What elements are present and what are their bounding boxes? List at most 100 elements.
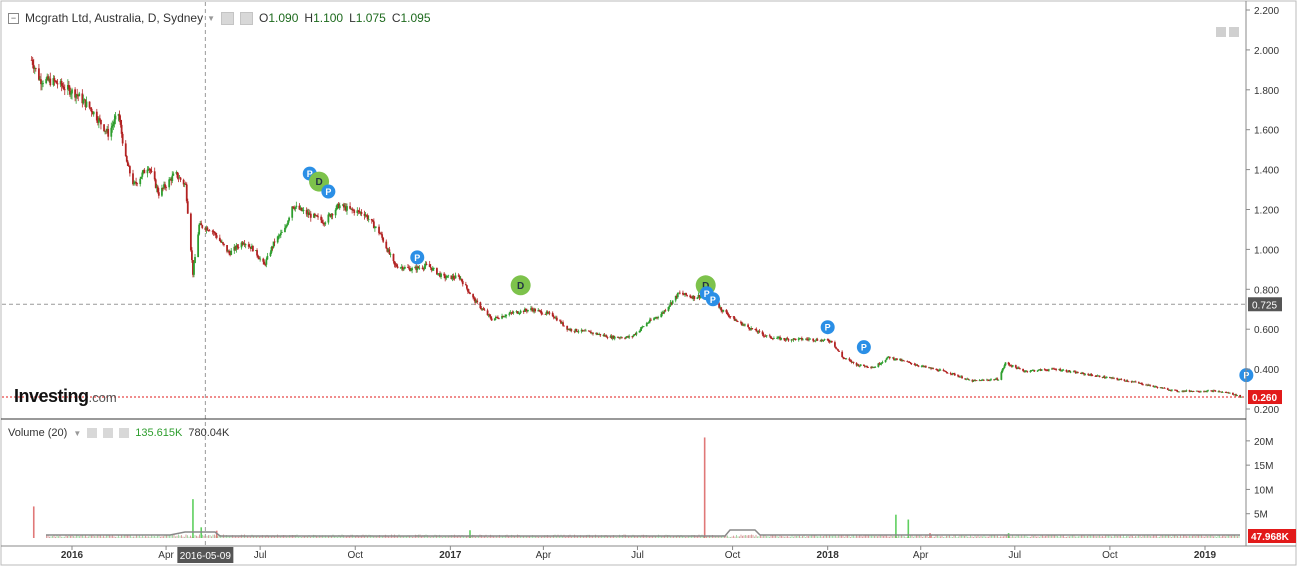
- volume-bar: [958, 536, 959, 538]
- candle-body: [1022, 368, 1024, 371]
- volume-bar: [211, 536, 212, 538]
- volume-bar: [110, 535, 112, 538]
- candle-body: [284, 227, 286, 233]
- candle-body: [647, 322, 650, 324]
- candle-body: [787, 338, 790, 341]
- candle-body: [1113, 377, 1115, 379]
- volume-bar: [464, 536, 466, 538]
- candle-body: [812, 338, 815, 341]
- candle-body: [693, 295, 696, 299]
- volume-bar: [685, 536, 686, 538]
- candle-body: [103, 124, 105, 132]
- volume-bar: [758, 536, 760, 538]
- candle-body: [924, 366, 927, 368]
- candle-body: [942, 369, 945, 371]
- candle-body: [465, 285, 468, 289]
- volume-bar: [778, 536, 779, 538]
- candle-body: [671, 300, 674, 304]
- price-volume-chart[interactable]: PDPPDDPPPPP 2.2002.0001.8001.6001.4001.2…: [0, 0, 1297, 566]
- volume-bar: [1091, 535, 1093, 538]
- volume-bar: [1214, 535, 1216, 538]
- candle-body: [526, 309, 529, 312]
- candle-body: [454, 275, 457, 279]
- candle-body: [1011, 365, 1014, 367]
- candle-body: [953, 373, 956, 376]
- volume-bar: [248, 536, 250, 538]
- candle-body: [1048, 369, 1050, 371]
- volume-bar: [806, 536, 808, 538]
- candle-body: [696, 297, 699, 299]
- candle-body: [685, 292, 687, 296]
- volume-bar: [584, 536, 586, 538]
- time-tick-label: Oct: [347, 550, 363, 561]
- volume-bar: [70, 535, 71, 538]
- candle-body: [504, 316, 507, 317]
- minimize-icon[interactable]: [1229, 27, 1239, 37]
- volume-bar: [796, 535, 797, 538]
- candle-body: [1126, 380, 1129, 382]
- candle-body: [834, 342, 836, 347]
- price-tick-label: 1.400: [1254, 166, 1279, 177]
- candle-body: [316, 215, 318, 217]
- volume-bar: [410, 536, 412, 538]
- collapse-toggle-icon[interactable]: −: [8, 12, 19, 24]
- candle-body: [288, 217, 290, 221]
- close-icon[interactable]: [119, 428, 130, 438]
- volume-bar: [1231, 535, 1232, 538]
- settings-icon[interactable]: [87, 428, 98, 438]
- chevron-down-icon[interactable]: ▼: [73, 429, 81, 438]
- volume-bar: [905, 536, 907, 538]
- volume-bar: [94, 536, 95, 538]
- candle-body: [1098, 375, 1101, 378]
- volume-bar: [205, 536, 206, 538]
- volume-bar: [157, 535, 158, 538]
- volume-bar: [86, 536, 88, 538]
- candle-body: [733, 317, 736, 321]
- time-tick-label: Jul: [1008, 550, 1021, 561]
- volume-bar: [1111, 536, 1112, 538]
- hide-icon[interactable]: [240, 11, 254, 25]
- chart-container[interactable]: PDPPDDPPPPP 2.2002.0001.8001.6001.4001.2…: [0, 0, 1297, 566]
- candle-body: [146, 169, 149, 174]
- candle-body: [676, 292, 679, 298]
- volume-bar: [977, 535, 979, 538]
- candle-body: [92, 111, 95, 115]
- candle-body: [252, 245, 254, 252]
- candle-body: [302, 210, 305, 211]
- investing-logo: Investing.com: [14, 386, 117, 407]
- chevron-down-icon[interactable]: ▼: [207, 14, 215, 23]
- maximize-icon[interactable]: [1216, 27, 1226, 37]
- volume-bar: [1174, 535, 1175, 538]
- volume-bar: [727, 535, 728, 538]
- volume-bar: [1124, 536, 1126, 538]
- dividend-marker-label: D: [517, 281, 524, 292]
- volume-bar: [317, 536, 319, 538]
- time-tick-label: Oct: [725, 550, 741, 561]
- volume-bar: [1148, 535, 1150, 538]
- volume-bar: [1222, 535, 1223, 538]
- time-tick-label: 2018: [817, 550, 840, 561]
- candle-body: [982, 379, 985, 381]
- volume-bar: [185, 534, 187, 538]
- grid-lines: [0, 0, 1297, 566]
- candle-body: [944, 370, 947, 372]
- volume-bar: [764, 535, 766, 538]
- volume-bar: [229, 536, 230, 538]
- volume-bar: [1150, 536, 1151, 538]
- volume-bar: [938, 536, 940, 538]
- candle-body: [512, 312, 515, 314]
- volume-bar: [1087, 535, 1088, 538]
- settings-icon[interactable]: [221, 11, 235, 25]
- volume-bar: [809, 535, 811, 538]
- hide-icon[interactable]: [103, 428, 114, 438]
- volume-bar: [976, 536, 977, 538]
- volume-bar: [845, 535, 847, 538]
- candle-body: [632, 335, 635, 337]
- candle-body: [566, 325, 569, 330]
- candle-body: [139, 178, 142, 185]
- volume-bar: [1022, 536, 1024, 538]
- candle-body: [226, 245, 228, 252]
- volume-bar: [182, 536, 184, 538]
- candle-body: [269, 252, 272, 256]
- volume-bar: [985, 536, 986, 538]
